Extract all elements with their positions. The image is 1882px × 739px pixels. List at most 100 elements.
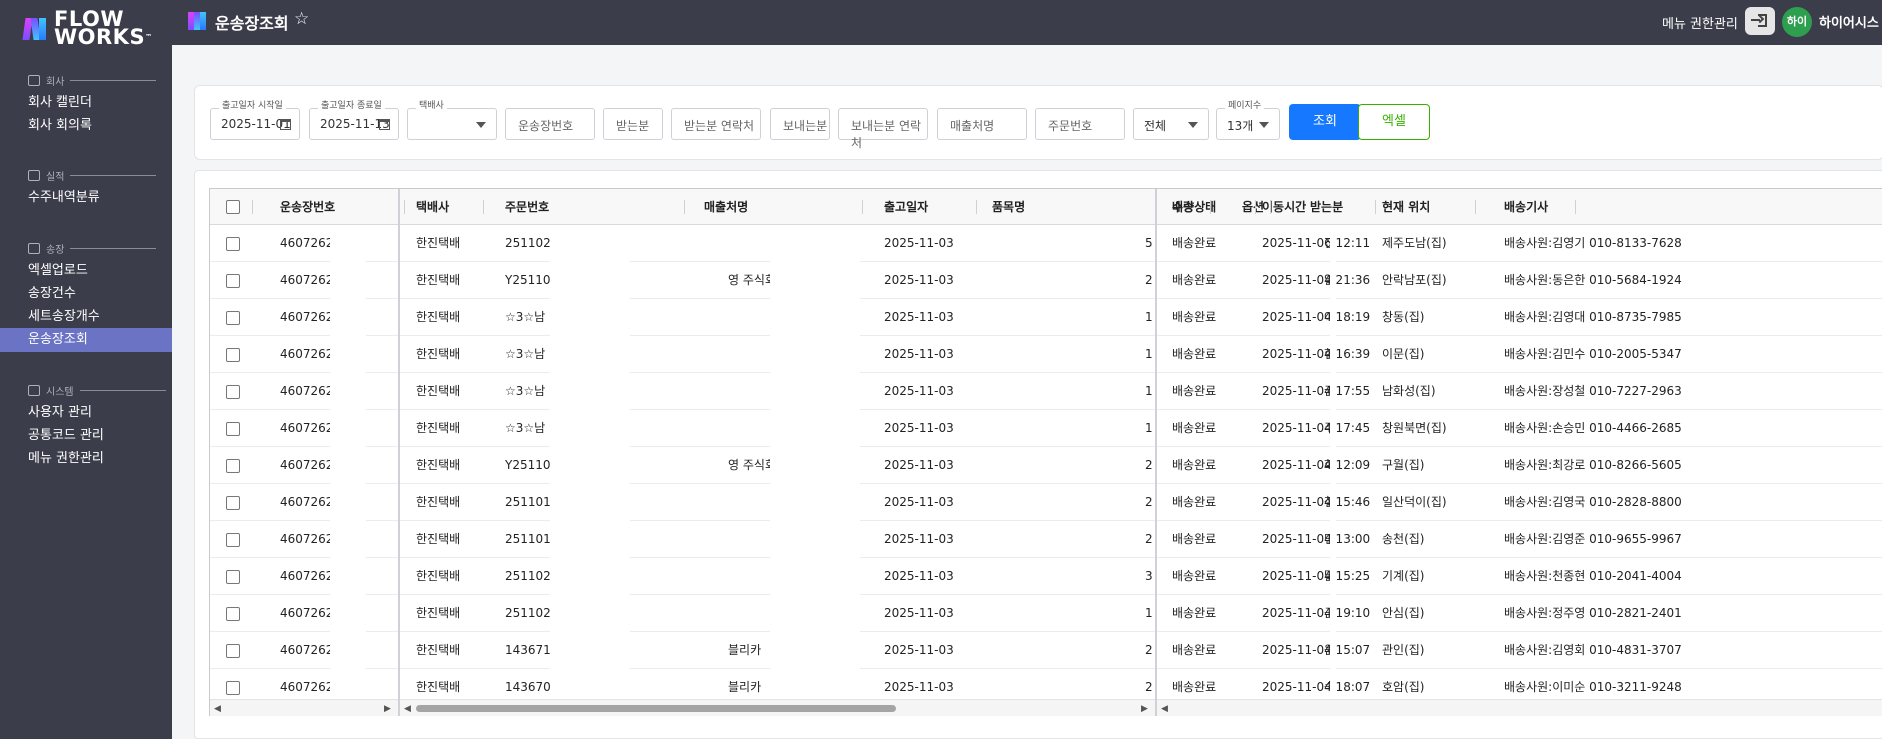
sidebar-item[interactable]: 메뉴 권한관리 [0,447,172,471]
row-checkbox[interactable] [226,422,240,436]
row-checkbox[interactable] [226,385,240,399]
start-date-label: 출고일자 시작일 [219,98,286,111]
flowworks-logo[interactable]: FLOW WORKS™ [22,9,153,48]
sidebar-item[interactable]: 엑셀업로드 [0,259,172,283]
status-value: 전체 [1144,119,1167,133]
courier-cell: 한진택배 [416,421,461,435]
row-checkbox[interactable] [226,570,240,584]
page-size-select[interactable]: 페이지수 13개 [1216,98,1280,140]
column-divider[interactable] [862,200,863,214]
scroll-left-icon[interactable]: ◀ [404,704,411,714]
logout-button[interactable] [1745,7,1775,35]
table-row[interactable]: 4607262한진택배25110212025-11-033달배송완료2025-1… [210,558,1882,595]
table-row[interactable]: 4607262한진택배Y251101영 주식회사2025-11-032알배송완료… [210,262,1882,299]
table-row[interactable]: 4607262한진택배25110112025-11-032민배송완료2025-1… [210,521,1882,558]
vendor-input[interactable]: 매출처명 [937,108,1027,140]
column-header[interactable]: 옵션 [1242,189,1264,225]
receiver-input[interactable]: 받는분 [603,108,663,140]
column-header[interactable]: 배송기사 [1504,189,1548,225]
column-divider[interactable] [1210,200,1211,214]
status-select[interactable]: 전체 [1133,108,1209,140]
table-row[interactable]: 4607262한진택배☆3☆남2025-11-031아배송완료2025-11-0… [210,299,1882,336]
start-date-field[interactable]: 출고일자 시작일 2025-11-01 [210,98,300,140]
scroll-right-icon[interactable]: ▶ [1141,704,1148,714]
sidebar-item[interactable]: 세트송장개수 [0,305,172,329]
sidebar-item[interactable]: 수주내역분류 [0,186,172,210]
column-divider[interactable] [404,200,405,214]
receiver-contact-input[interactable]: 받는분 연락처 [671,108,761,140]
excel-button[interactable]: 엑셀 [1358,104,1430,140]
row-checkbox[interactable] [226,311,240,325]
column-divider[interactable] [1575,200,1576,214]
table-row[interactable]: 4607262한진택배☆3☆남2025-11-031현배송완료2025-11-0… [210,336,1882,373]
column-divider[interactable] [1255,200,1256,214]
column-divider[interactable] [252,200,253,214]
sidebar-item[interactable]: 운송장조회 [0,328,172,352]
row-checkbox[interactable] [226,644,240,658]
chevron-down-icon [1188,122,1198,128]
column-header[interactable]: 품목명 [992,189,1025,225]
calendar-icon[interactable] [280,119,291,130]
row-checkbox[interactable] [226,348,240,362]
center-hscrollbar[interactable]: ◀ ▶ [400,699,1155,716]
scroll-left-icon[interactable]: ◀ [1161,704,1168,714]
user-avatar[interactable]: 하이 [1782,7,1812,37]
row-checkbox[interactable] [226,274,240,288]
table-row[interactable]: 4607262한진택배1436713블리카2025-11-032원배송완료202… [210,632,1882,669]
column-divider[interactable] [483,200,484,214]
table-row[interactable]: 4607262한진택배☆3☆남2025-11-031주배송완료2025-11-0… [210,410,1882,447]
select-all-checkbox[interactable] [226,200,240,214]
column-header[interactable]: 운송장번호 [280,189,335,225]
waybill-input[interactable]: 운송장번호 [505,108,595,140]
row-checkbox[interactable] [226,237,240,251]
waybill-cell: 4607262 [280,643,330,657]
right-hscrollbar[interactable]: ◀ [1157,699,1882,716]
end-date-field[interactable]: 출고일자 종료일 2025-11-13 [309,98,399,140]
table-row[interactable]: 4607262한진택배25110202025-11-031근배송완료2025-1… [210,595,1882,632]
table-row[interactable]: 4607262한진택배☆3☆남2025-11-031권배송완료2025-11-0… [210,373,1882,410]
left-hscrollbar[interactable]: ◀ ▶ [210,699,398,716]
sender-contact-input[interactable]: 보내는분 연락처 [838,108,928,150]
favorite-star-icon[interactable]: ☆ [294,9,309,29]
sidebar-item[interactable]: 송장건수 [0,282,172,306]
column-divider[interactable] [1270,200,1271,214]
waybill-cell: 4607262 [280,421,330,435]
row-checkbox[interactable] [226,459,240,473]
column-divider[interactable] [976,200,977,214]
sidebar-item[interactable]: 사용자 관리 [0,401,172,425]
column-header[interactable]: 현재 위치 [1382,189,1430,225]
table-row[interactable]: 4607262한진택배25110212025-11-035진배송완료2025-1… [210,225,1882,262]
order-number-input[interactable]: 주문번호 [1035,108,1125,140]
column-divider[interactable] [684,200,685,214]
column-header[interactable]: 이동시간 [1262,189,1306,225]
table-row[interactable]: 4607262한진택배Y251102영 주식회사2025-11-032화배송완료… [210,447,1882,484]
current-location-cell: 관인(집) [1382,643,1425,657]
column-header[interactable]: 출고일자 [884,189,928,225]
column-header[interactable]: 주문번호 [505,189,549,225]
calendar-icon[interactable] [379,119,390,130]
row-checkbox[interactable] [226,496,240,510]
column-header[interactable]: 매출처명 [704,189,748,225]
column-header[interactable]: 받는분 [1310,189,1343,225]
column-header[interactable]: 택배사 [416,189,449,225]
menu-permission-link[interactable]: 메뉴 권한관리 [1662,13,1738,32]
row-checkbox[interactable] [226,607,240,621]
sidebar-item[interactable]: 회사 캘린더 [0,91,172,115]
table-row[interactable]: 4607262한진택배25110112025-11-032철배송완료2025-1… [210,484,1882,521]
column-divider[interactable] [1375,200,1376,214]
scroll-thumb[interactable] [416,705,896,712]
scroll-right-icon[interactable]: ▶ [384,704,391,714]
order-number-cell: ☆3☆남 [505,421,546,435]
scroll-left-icon[interactable]: ◀ [214,704,221,714]
row-checkbox[interactable] [226,533,240,547]
ship-date-cell: 2025-11-03 [884,347,954,361]
courier-select[interactable]: 택배사 [407,98,497,140]
sidebar-item[interactable]: 공통코드 관리 [0,424,172,448]
sidebar-item[interactable]: 회사 회의록 [0,114,172,138]
column-divider[interactable] [1475,200,1476,214]
sender-input[interactable]: 보내는분 [770,108,830,140]
search-button[interactable]: 조회 [1289,104,1361,140]
order-number-cell: 2511020 [505,606,551,620]
row-checkbox[interactable] [226,681,240,695]
delivery-status-cell: 배송완료 [1172,273,1217,287]
